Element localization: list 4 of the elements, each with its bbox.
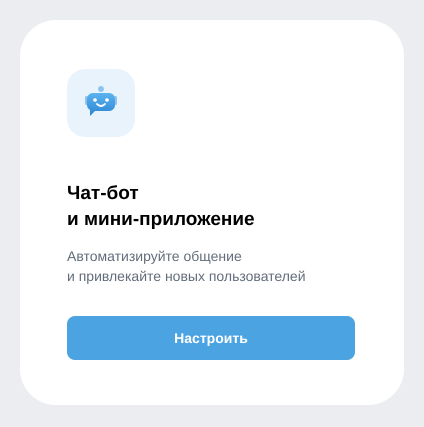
setup-button[interactable]: Настроить [67, 316, 355, 360]
chatbot-icon [67, 69, 135, 137]
card-description: Автоматизируйте общение и привлекайте новых пользователей [67, 247, 307, 286]
card-title: Чат-бот и мини-приложение [67, 182, 256, 232]
